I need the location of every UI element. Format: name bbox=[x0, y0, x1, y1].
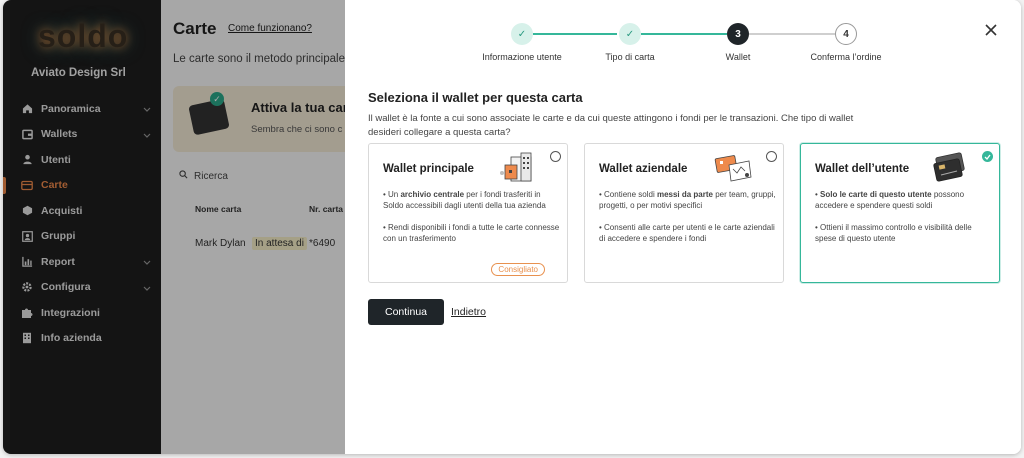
wallet-option-radio[interactable] bbox=[550, 151, 561, 162]
wallet-option-aziendale[interactable]: Wallet aziendale • Contiene soldi messi … bbox=[584, 143, 784, 283]
recommended-badge: Consigliato bbox=[491, 263, 545, 276]
panel-description: Il wallet è la fonte a cui sono associat… bbox=[368, 113, 854, 138]
continue-button[interactable]: Continua bbox=[368, 299, 444, 325]
modal-backdrop[interactable] bbox=[3, 0, 345, 454]
company-wallet-icon bbox=[714, 155, 752, 182]
step-2-circle: ✓ bbox=[619, 23, 641, 45]
check-icon bbox=[984, 154, 991, 160]
step-3-label: Wallet bbox=[725, 52, 751, 62]
back-link[interactable]: Indietro bbox=[451, 306, 486, 318]
wallet-option-body: • Solo le carte di questo utente possono… bbox=[815, 190, 972, 243]
progress-stepper: ✓ ✓ 3 4 Informazione utente Tipo di cart… bbox=[345, 22, 1021, 62]
step-1-circle: ✓ bbox=[511, 23, 533, 45]
wallet-option-radio-selected[interactable] bbox=[982, 151, 993, 162]
wallet-option-body: • Un archivio centrale per i fondi trasf… bbox=[383, 190, 560, 243]
wallet-option-utente[interactable]: Wallet dell’utente • Solo le carte di qu… bbox=[800, 143, 1000, 283]
wallet-option-body: • Contiene soldi messi da parte per team… bbox=[599, 190, 776, 243]
step-4-circle: 4 bbox=[835, 23, 857, 45]
step-1-label: Informazione utente bbox=[482, 52, 562, 62]
step-4-label: Conferma l’ordine bbox=[810, 52, 882, 62]
wallet-option-title: Wallet dell’utente bbox=[815, 163, 910, 175]
wallet-option-principale[interactable]: Wallet principale • Un archivio centrale… bbox=[368, 143, 568, 283]
step-connector bbox=[749, 33, 835, 35]
step-3-circle: 3 bbox=[727, 23, 749, 45]
step-connector bbox=[641, 33, 727, 35]
wallet-selection-panel: ✓ ✓ 3 4 Informazione utente Tipo di cart… bbox=[345, 0, 1021, 454]
wallet-option-radio[interactable] bbox=[766, 151, 777, 162]
step-2-label: Tipo di carta bbox=[605, 52, 655, 62]
user-card-icon bbox=[933, 152, 965, 182]
wallet-option-title: Wallet principale bbox=[383, 163, 474, 175]
step-connector bbox=[533, 33, 617, 35]
wallet-option-title: Wallet aziendale bbox=[599, 163, 688, 175]
app-window: soldo Aviato Design Srl Panoramica Walle… bbox=[3, 0, 1021, 454]
panel-heading: Seleziona il wallet per questa carta bbox=[368, 90, 583, 105]
building-wallet-icon bbox=[500, 152, 532, 182]
